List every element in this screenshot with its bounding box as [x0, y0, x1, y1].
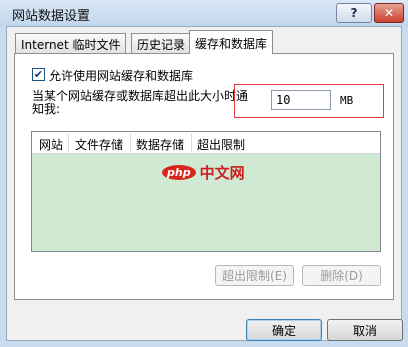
- allow-cache-checkbox[interactable]: ✔: [32, 68, 45, 81]
- over-limit-button[interactable]: 超出限制(E): [215, 265, 294, 286]
- column-header-data-storage[interactable]: 数据存储: [131, 136, 189, 152]
- watermark-logo: php: [162, 165, 196, 180]
- window-title: 网站数据设置: [12, 9, 91, 24]
- column-header-site[interactable]: 网站: [34, 136, 68, 152]
- delete-button[interactable]: 删除(D): [302, 265, 381, 286]
- allow-cache-label: 允许使用网站缓存和数据库: [49, 69, 194, 83]
- column-header-file-storage[interactable]: 文件存储: [70, 136, 128, 152]
- watermark-text: 中文网: [199, 164, 245, 182]
- ok-button[interactable]: 确定: [246, 319, 322, 341]
- watermark: php 中文网: [162, 162, 245, 183]
- site-data-list[interactable]: 网站 文件存储 数据存储 超出限制: [31, 131, 381, 252]
- highlight-box: [234, 84, 384, 118]
- close-button[interactable]: ✕: [374, 3, 404, 23]
- column-header-over-limit[interactable]: 超出限制: [192, 136, 250, 152]
- dialog-window: 网站数据设置 ? ✕ Internet 临时文件 历史记录 缓存和数据库 ✔ 允…: [0, 0, 408, 347]
- cancel-button[interactable]: 取消: [327, 319, 403, 341]
- list-header: 网站 文件存储 数据存储 超出限制: [32, 132, 380, 154]
- tab-history[interactable]: 历史记录: [131, 33, 192, 53]
- column-divider[interactable]: [68, 134, 69, 152]
- tab-internet-temp-files[interactable]: Internet 临时文件: [15, 33, 127, 53]
- size-limit-label: 当某个网站缓存或数据库超出此大小时通知我:: [32, 89, 249, 116]
- help-button[interactable]: ?: [336, 3, 372, 23]
- tab-cache-and-databases[interactable]: 缓存和数据库: [189, 30, 274, 54]
